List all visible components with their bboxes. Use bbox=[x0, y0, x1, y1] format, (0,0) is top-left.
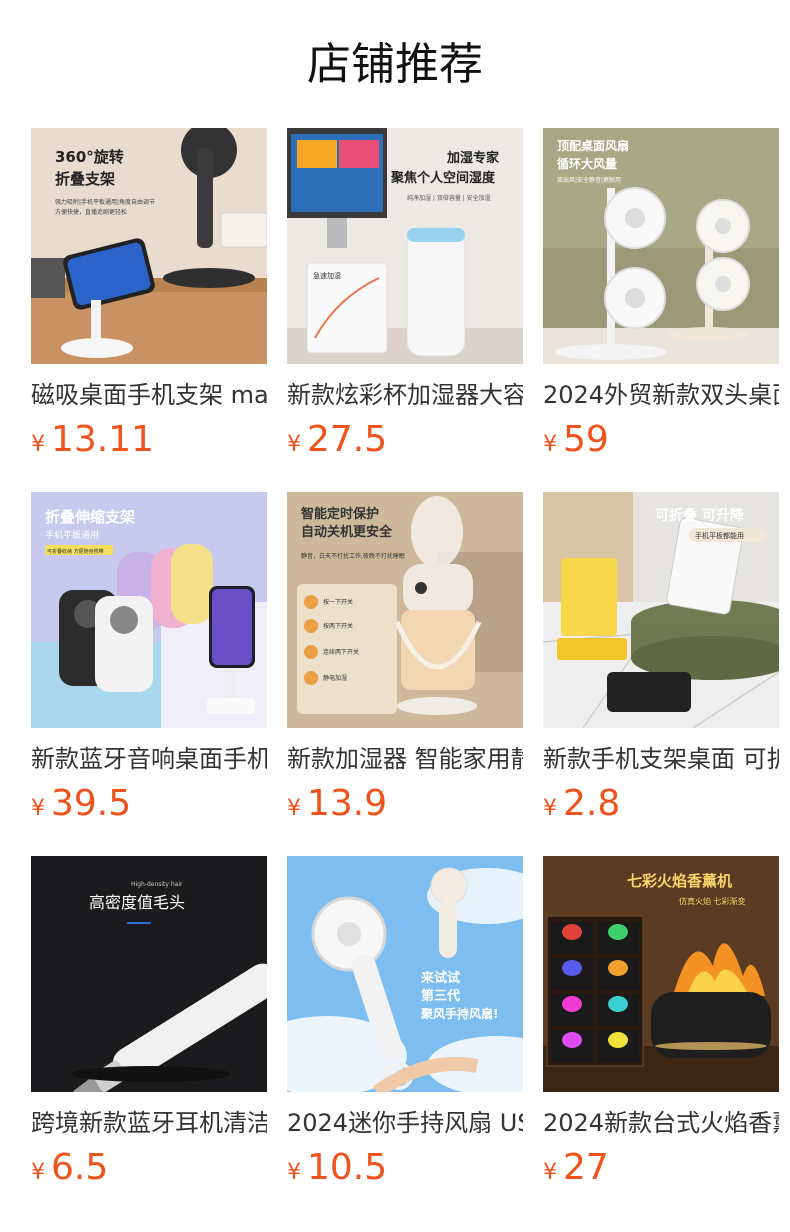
image-caption: 折叠支架 bbox=[55, 170, 115, 188]
product-image[interactable]: 急速加湿 加湿专家 聚焦个人空间湿度 纯净加湿 | 双倍容量 | 安全加湿 bbox=[287, 128, 523, 364]
price-amount: 2.8 bbox=[563, 783, 621, 824]
price-amount: 13.11 bbox=[51, 419, 155, 460]
price-amount: 27.5 bbox=[307, 419, 388, 460]
product-card[interactable]: 来试试 第三代 聚风手持风扇! 2024迷你手持风扇 USB ¥10.5 bbox=[287, 856, 523, 1188]
image-caption: 360°旋转 bbox=[55, 148, 124, 166]
image-caption: 自动关机更安全 bbox=[301, 524, 393, 540]
image-caption: 仿真火焰 七彩渐变 bbox=[679, 896, 746, 906]
product-name[interactable]: 磁吸桌面手机支架 magsafe bbox=[31, 380, 267, 410]
product-image[interactable]: 按一下开关 按两下开关 连续两下开关 静电加湿 智能定时保护 自动关机更安全 静… bbox=[287, 492, 523, 728]
image-caption: 循环大风量 bbox=[557, 156, 617, 171]
image-caption: 聚焦个人空间湿度 bbox=[390, 170, 496, 186]
image-caption: 方便快捷，直播追剧更轻松 bbox=[55, 208, 127, 216]
currency-symbol: ¥ bbox=[543, 796, 557, 821]
image-caption: 加湿专家 bbox=[446, 150, 500, 166]
image-caption: 可折叠 可升降 bbox=[655, 507, 745, 524]
product-price: ¥13.11 bbox=[31, 420, 267, 460]
product-image[interactable]: High-density hair 高密度值毛头 bbox=[31, 856, 267, 1092]
product-price: ¥10.5 bbox=[287, 1148, 523, 1188]
product-name[interactable]: 2024新款台式火焰香薰机 bbox=[543, 1108, 779, 1138]
page-title: 店铺推荐 bbox=[307, 39, 483, 90]
image-caption: 静音，白天不打扰工作,夜晚不打扰睡眠 bbox=[301, 552, 405, 560]
product-price: ¥27 bbox=[543, 1148, 779, 1188]
product-card[interactable]: 折叠伸缩支架 手机平板通用 可折叠收纳 方便随身携带 新款蓝牙音响桌面手机支架 … bbox=[31, 492, 267, 824]
currency-symbol: ¥ bbox=[543, 1160, 557, 1185]
product-price: ¥59 bbox=[543, 420, 779, 460]
product-image[interactable]: 来试试 第三代 聚风手持风扇! bbox=[287, 856, 523, 1092]
image-caption: 按两下开关 bbox=[323, 622, 353, 630]
price-amount: 10.5 bbox=[307, 1147, 388, 1188]
image-caption: 七彩火焰香薰机 bbox=[627, 872, 732, 890]
price-amount: 59 bbox=[563, 419, 609, 460]
image-caption: 双出风|安全静音|更耐用 bbox=[557, 176, 621, 184]
product-card[interactable]: High-density hair 高密度值毛头 跨境新款蓝牙耳机清洁笔 ¥6.… bbox=[31, 856, 267, 1188]
image-caption: 按一下开关 bbox=[323, 598, 353, 606]
product-image[interactable]: 折叠伸缩支架 手机平板通用 可折叠收纳 方便随身携带 bbox=[31, 492, 267, 728]
product-card[interactable]: 可折叠 可升降 手机平板都能用 新款手机支架桌面 可折叠 ¥2.8 bbox=[543, 492, 779, 824]
price-amount: 6.5 bbox=[51, 1147, 109, 1188]
product-name[interactable]: 新款炫彩杯加湿器大容量 bbox=[287, 380, 523, 410]
image-caption: 连续两下开关 bbox=[323, 648, 359, 656]
product-price: ¥6.5 bbox=[31, 1148, 267, 1188]
product-image[interactable]: 360°旋转 折叠支架 强力吸附|手机平板通用|角度自由调节 方便快捷，直播追剧… bbox=[31, 128, 267, 364]
image-caption: 聚风手持风扇! bbox=[420, 1006, 498, 1021]
product-image[interactable]: 顶配桌面风扇 循环大风量 双出风|安全静音|更耐用 bbox=[543, 128, 779, 364]
product-card[interactable]: 按一下开关 按两下开关 连续两下开关 静电加湿 智能定时保护 自动关机更安全 静… bbox=[287, 492, 523, 824]
image-caption: 高密度值毛头 bbox=[89, 893, 185, 912]
image-caption: 智能定时保护 bbox=[301, 506, 379, 522]
image-caption: 纯净加湿 | 双倍容量 | 安全加湿 bbox=[407, 194, 491, 202]
image-caption: 手机平板通用 bbox=[45, 529, 99, 541]
image-caption: 可折叠收纳 方便随身携带 bbox=[47, 548, 104, 555]
product-grid: 360°旋转 折叠支架 强力吸附|手机平板通用|角度自由调节 方便快捷，直播追剧… bbox=[0, 128, 790, 1188]
image-caption: High-density hair bbox=[131, 881, 183, 888]
product-image[interactable]: 可折叠 可升降 手机平板都能用 bbox=[543, 492, 779, 728]
product-name[interactable]: 2024迷你手持风扇 USB bbox=[287, 1108, 523, 1138]
product-card[interactable]: 360°旋转 折叠支架 强力吸附|手机平板通用|角度自由调节 方便快捷，直播追剧… bbox=[31, 128, 267, 460]
product-name[interactable]: 新款蓝牙音响桌面手机支架 bbox=[31, 744, 267, 774]
price-amount: 27 bbox=[563, 1147, 609, 1188]
image-caption: 折叠伸缩支架 bbox=[45, 508, 135, 526]
product-name[interactable]: 2024外贸新款双头桌面风扇 bbox=[543, 380, 779, 410]
currency-symbol: ¥ bbox=[287, 1160, 301, 1185]
currency-symbol: ¥ bbox=[543, 432, 557, 457]
image-caption: 急速加湿 bbox=[313, 271, 341, 280]
product-price: ¥2.8 bbox=[543, 784, 779, 824]
currency-symbol: ¥ bbox=[287, 432, 301, 457]
currency-symbol: ¥ bbox=[31, 1160, 45, 1185]
image-caption: 第三代 bbox=[421, 988, 460, 1004]
currency-symbol: ¥ bbox=[31, 796, 45, 821]
product-price: ¥27.5 bbox=[287, 420, 523, 460]
product-price: ¥39.5 bbox=[31, 784, 267, 824]
product-price: ¥13.9 bbox=[287, 784, 523, 824]
product-card[interactable]: 急速加湿 加湿专家 聚焦个人空间湿度 纯净加湿 | 双倍容量 | 安全加湿 新款… bbox=[287, 128, 523, 460]
product-card[interactable]: 七彩火焰香薰机 仿真火焰 七彩渐变 2024新款台式火焰香薰机 ¥27 bbox=[543, 856, 779, 1188]
price-amount: 39.5 bbox=[51, 783, 132, 824]
image-caption: 手机平板都能用 bbox=[695, 531, 744, 540]
image-caption: 来试试 bbox=[420, 970, 460, 986]
currency-symbol: ¥ bbox=[31, 432, 45, 457]
product-name[interactable]: 新款加湿器 智能家用静音 bbox=[287, 744, 523, 774]
product-image[interactable]: 七彩火焰香薰机 仿真火焰 七彩渐变 bbox=[543, 856, 779, 1092]
price-amount: 13.9 bbox=[307, 783, 388, 824]
currency-symbol: ¥ bbox=[287, 796, 301, 821]
image-caption: 顶配桌面风扇 bbox=[557, 138, 629, 153]
product-card[interactable]: 顶配桌面风扇 循环大风量 双出风|安全静音|更耐用 2024外贸新款双头桌面风扇… bbox=[543, 128, 779, 460]
image-caption: 静电加湿 bbox=[323, 674, 347, 682]
product-name[interactable]: 新款手机支架桌面 可折叠 bbox=[543, 744, 779, 774]
image-caption: 强力吸附|手机平板通用|角度自由调节 bbox=[55, 198, 155, 206]
product-name[interactable]: 跨境新款蓝牙耳机清洁笔 bbox=[31, 1108, 267, 1138]
